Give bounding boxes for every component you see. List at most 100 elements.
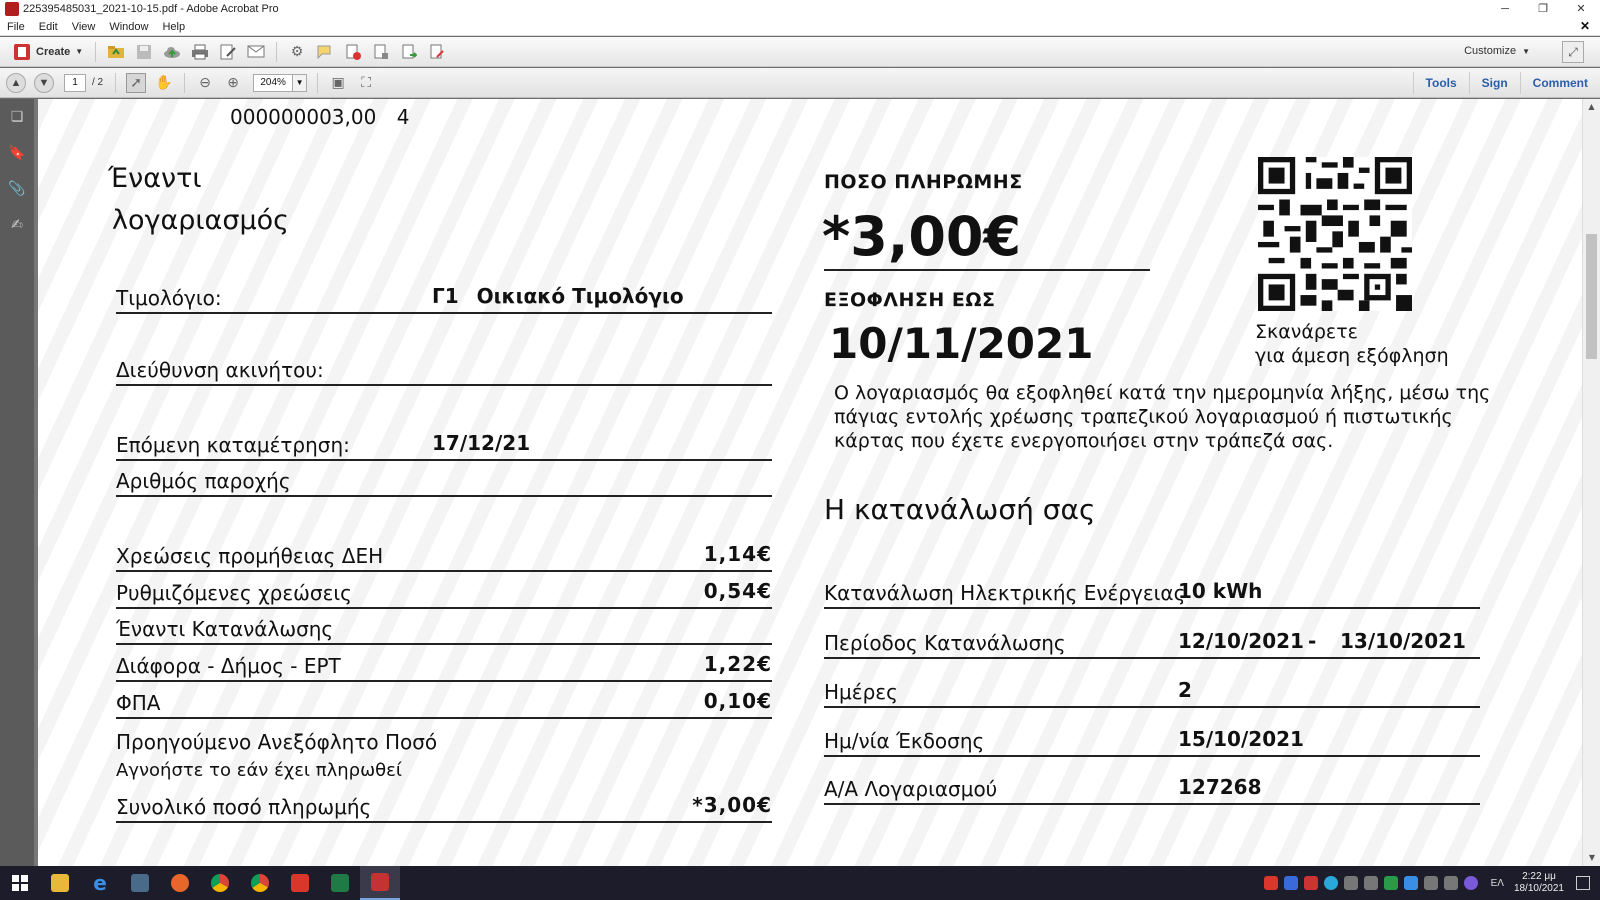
tab-tools[interactable]: Tools <box>1412 72 1469 94</box>
charge-amount: 0,54€ <box>703 579 772 603</box>
hand-tool-icon[interactable]: ✋ <box>154 73 174 93</box>
save-icon[interactable] <box>134 42 154 62</box>
total-amount: *3,00€ <box>692 793 772 817</box>
tab-comment[interactable]: Comment <box>1519 72 1600 94</box>
signatures-icon[interactable]: ✍ <box>7 217 27 237</box>
customize-menu[interactable]: Customize ▼ <box>1464 45 1530 57</box>
network-icon[interactable] <box>1423 876 1438 890</box>
chevron-down-icon: ▼ <box>75 47 84 56</box>
previous-page-icon[interactable]: ▲ <box>6 72 26 93</box>
next-page-icon[interactable]: ▼ <box>34 72 54 93</box>
amount-underline <box>824 269 1150 271</box>
close-button[interactable]: ✕ <box>1562 0 1600 18</box>
cloud-upload-icon[interactable] <box>162 42 182 62</box>
main-toolbar: Create ▼ ⚙ Customize ▼ ⤢ <box>0 37 1600 67</box>
fit-page-icon[interactable]: ▣ <box>328 73 348 93</box>
clock[interactable]: 2:22 μμ 18/10/2021 <box>1514 871 1564 895</box>
tray-app-icon[interactable] <box>1363 876 1378 890</box>
tray-app-icon[interactable] <box>1343 876 1358 890</box>
toolbar-divider <box>95 41 97 62</box>
invoice-type: Οικιακό Τιμολόγιο <box>476 284 684 308</box>
tab-sign[interactable]: Sign <box>1468 72 1520 94</box>
notifications-icon[interactable] <box>1576 876 1590 890</box>
print-icon[interactable] <box>190 42 210 62</box>
next-reading-row: Επόμενη καταμέτρηση: 17/12/21 <box>116 431 772 461</box>
minimize-button[interactable]: ─ <box>1486 0 1524 18</box>
chevron-down-icon[interactable]: ▼ <box>293 73 308 92</box>
chrome-icon[interactable] <box>200 866 240 900</box>
anydesk-icon[interactable] <box>280 866 320 900</box>
period-from: 12/10/2021 <box>1178 629 1304 653</box>
language-indicator[interactable]: ΕΛ <box>1491 878 1504 889</box>
attachments-icon[interactable]: 📎 <box>7 181 27 201</box>
file-explorer-icon[interactable] <box>40 866 80 900</box>
scrollbar-thumb[interactable] <box>1586 234 1597 359</box>
open-folder-icon[interactable] <box>106 42 126 62</box>
firefox-icon[interactable] <box>160 866 200 900</box>
bookmarks-icon[interactable]: 🔖 <box>7 145 27 165</box>
extract-page-icon[interactable] <box>399 42 419 62</box>
menu-window[interactable]: Window <box>102 21 155 33</box>
tray-app-icon[interactable] <box>1283 876 1298 890</box>
menu-view[interactable]: View <box>65 21 103 33</box>
period-separator: - <box>1308 629 1317 653</box>
charge-amount: 0,10€ <box>703 689 772 713</box>
customize-label: Customize <box>1464 45 1517 57</box>
volume-icon[interactable] <box>1443 876 1458 890</box>
period-label: Περίοδος Κατανάλωσης <box>824 631 1066 655</box>
calculator-icon[interactable] <box>120 866 160 900</box>
excel-icon[interactable] <box>320 866 360 900</box>
tray-app-icon[interactable] <box>1323 876 1338 890</box>
menu-help[interactable]: Help <box>155 21 192 33</box>
tray-app-icon[interactable] <box>1303 876 1318 890</box>
acrobat-taskbar-icon[interactable] <box>360 866 400 900</box>
tray-app-icon[interactable] <box>1463 876 1478 890</box>
pane-tabs: Tools Sign Comment <box>1412 68 1600 98</box>
menu-bar: File Edit View Window Help ✕ <box>0 18 1600 36</box>
windows-start-icon[interactable] <box>0 866 40 900</box>
sign-document-icon[interactable] <box>427 42 447 62</box>
expand-icon[interactable]: ⤢ <box>1562 41 1584 63</box>
invoice-value: Γ1 Οικιακό Τιμολόγιο <box>432 284 684 308</box>
restore-button[interactable]: ❐ <box>1524 0 1562 18</box>
previous-unpaid-note: Αγνοήστε το εάν έχει πληρωθεί <box>116 760 402 781</box>
clock-date: 18/10/2021 <box>1513 883 1564 894</box>
payment-note: Ο λογαριασμός θα εξοφληθεί κατά την ημερ… <box>834 382 1491 452</box>
document-viewport[interactable]: 000000003,00 4 Έναντι λογαριασμός Τιμολό… <box>34 99 1582 866</box>
qr-code <box>1258 157 1412 311</box>
scroll-down-icon[interactable]: ▼ <box>1583 850 1600 866</box>
gear-icon[interactable]: ⚙ <box>287 42 307 62</box>
tray-app-icon[interactable] <box>1383 876 1398 890</box>
page-thumbnails-icon[interactable]: ❏ <box>7 109 27 129</box>
delete-page-icon[interactable] <box>343 42 363 62</box>
internet-explorer-icon[interactable]: e <box>80 866 120 900</box>
windows-taskbar: e ΕΛ 2:22 μμ 18/10/2021 <box>0 866 1600 900</box>
address-row: Διεύθυνση ακινήτου: <box>116 356 772 386</box>
toolbar-divider <box>317 72 319 93</box>
tray-app-icon[interactable] <box>1403 876 1418 890</box>
period-to: 13/10/2021 <box>1340 629 1466 653</box>
edit-document-icon[interactable] <box>218 42 238 62</box>
page-number-input[interactable]: 1 <box>64 73 86 92</box>
create-button[interactable]: Create ▼ <box>8 41 89 63</box>
vertical-scrollbar[interactable]: ▲ ▼ <box>1582 99 1600 866</box>
comment-highlight-icon[interactable] <box>315 42 335 62</box>
zoom-input[interactable]: 204% <box>253 73 294 92</box>
invoice-code: Γ1 <box>432 284 459 308</box>
total-row: Συνολικό ποσό πληρωμής *3,00€ <box>116 793 772 823</box>
tray-app-icon[interactable] <box>1263 876 1278 890</box>
select-cursor-icon[interactable]: ➚ <box>126 72 147 93</box>
menu-file[interactable]: File <box>0 21 32 33</box>
zoom-in-icon[interactable]: ⊕ <box>223 73 243 93</box>
zoom-select[interactable]: 204% ▼ <box>253 73 308 92</box>
menu-edit[interactable]: Edit <box>32 21 65 33</box>
scroll-up-icon[interactable]: ▲ <box>1583 99 1600 115</box>
zoom-out-icon[interactable]: ⊖ <box>195 73 215 93</box>
insert-page-icon[interactable] <box>371 42 391 62</box>
close-document-icon[interactable]: ✕ <box>1580 19 1590 33</box>
chrome-icon[interactable] <box>240 866 280 900</box>
email-icon[interactable] <box>246 42 266 62</box>
full-screen-icon[interactable]: ⛶ <box>356 73 376 93</box>
page-total: / 2 <box>92 77 104 88</box>
acrobat-app-icon <box>5 2 19 16</box>
